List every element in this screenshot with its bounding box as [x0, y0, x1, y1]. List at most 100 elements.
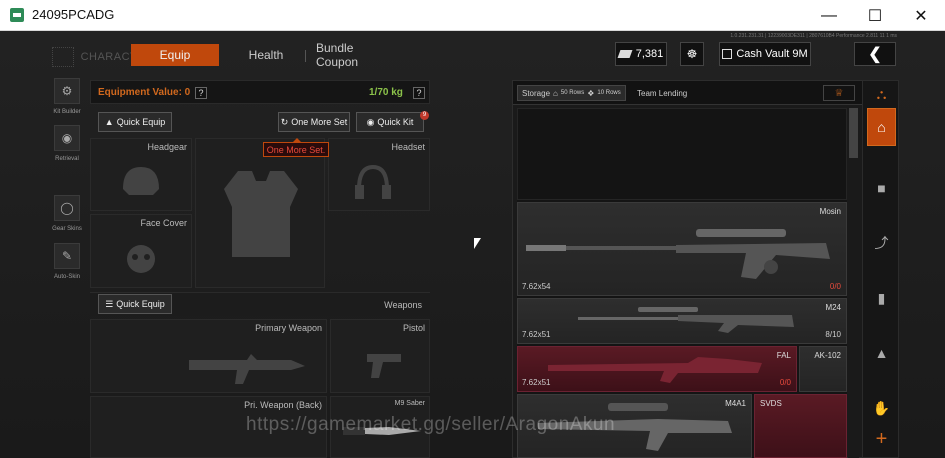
face-cover-slot[interactable]: Face Cover — [90, 214, 192, 288]
fal-rifle-icon — [548, 357, 762, 383]
ammo-icon: ▲ — [874, 345, 889, 361]
currency-display[interactable]: 7,381 — [615, 42, 667, 66]
equipment-header: Equipment Value: 0 ? 1/70 kg ? — [90, 80, 430, 104]
retrieval-icon: ◉ — [61, 131, 73, 145]
quick-equip-weapons-label: Quick Equip — [116, 299, 165, 309]
window-titlebar: 24095PCADG — ☐ ✕ — [0, 0, 945, 31]
melee-label: M9 Saber — [394, 400, 425, 407]
tab-bundle-coupon[interactable]: Bundle Coupon — [316, 41, 398, 69]
gear-skins-label: Gear Skins — [52, 226, 82, 232]
sort-button[interactable]: ♕ — [823, 85, 855, 101]
quick-kit-button[interactable]: ◉ Quick Kit — [356, 112, 424, 132]
back-button[interactable]: ❮ — [854, 42, 896, 66]
close-button[interactable]: ✕ — [898, 0, 944, 31]
window-title: 24095PCADG — [32, 7, 115, 22]
pistol-label: Pistol — [402, 323, 425, 333]
minimize-button[interactable]: — — [806, 0, 852, 31]
headset-label: Headset — [391, 142, 425, 152]
tab-storage[interactable]: Storage ⌂ 50 Rows ❖ 10 Rows — [517, 85, 626, 101]
crown-icon: ♕ — [834, 87, 844, 99]
storage-tab-label: Storage — [522, 88, 551, 98]
item-name: AK-102 — [814, 351, 841, 360]
item-ammo: 7.62x51 — [522, 330, 551, 339]
list-item[interactable]: FAL 7.62x51 0/0 — [517, 346, 797, 392]
kit-builder-icon: ⚙ — [61, 84, 73, 98]
primary-back-label: Pri. Weapon (Back) — [244, 400, 322, 410]
list-item[interactable]: M24 7.62x51 8/10 — [517, 298, 847, 344]
scrollbar-thumb[interactable] — [849, 108, 858, 158]
category-ammo[interactable]: ▲ — [867, 334, 896, 372]
gear-skins-button[interactable]: ◯ — [54, 195, 80, 221]
storage-header: Storage ⌂ 50 Rows ❖ 10 Rows Team Lending… — [513, 81, 865, 105]
kit-icon: ◉ — [366, 116, 375, 127]
equipment-value: Equipment Value: 0 — [98, 87, 191, 98]
hand-icon: ✋ — [872, 399, 891, 416]
add-category-button[interactable]: + — [867, 424, 896, 454]
auto-skin-button[interactable]: ✎ — [54, 243, 80, 269]
tag-icon: ❖ — [587, 88, 595, 98]
shirt-icon: ▲ — [104, 117, 114, 127]
category-rail: ⛬ ⌂ ■ ⤴ ▮ ▲ ✋ + — [862, 80, 899, 458]
weight-value: 1/70 kg — [369, 87, 403, 98]
storage-grid: Mosin 7.62x54 0/0 M24 7.62x51 8/10 FAL 7… — [517, 108, 847, 458]
retrieval-button[interactable]: ◉ — [54, 125, 80, 151]
headgear-label: Headgear — [147, 142, 187, 152]
trader-button[interactable]: ☸ — [680, 42, 704, 66]
one-more-set-label: One More Set — [291, 117, 348, 127]
quick-equip-button[interactable]: ▲ Quick Equip — [98, 112, 172, 132]
primary-weapon-label: Primary Weapon — [255, 323, 322, 333]
rifle-icon — [189, 354, 305, 384]
vault-icon — [722, 49, 733, 59]
watermark: https://gamemarket.gg/seller/AragonAkun — [246, 414, 616, 435]
headgear-slot[interactable]: Headgear — [90, 138, 192, 211]
cash-vault-label: Cash Vault 9M — [736, 48, 808, 60]
maximize-button[interactable]: ☐ — [852, 0, 898, 31]
list-item[interactable]: SVDS — [754, 394, 847, 458]
rows-50-label: 50 Rows — [560, 90, 585, 96]
cash-vault-button[interactable]: Cash Vault 9M — [719, 42, 811, 66]
mouse-cursor-icon — [474, 238, 481, 249]
equipment-value-help-button[interactable]: ? — [195, 87, 207, 99]
item-name: FAL — [776, 351, 791, 360]
tab-team-lending[interactable]: Team Lending — [633, 85, 691, 101]
version-info: 1.0.231.231.31 | 12239003DE311 | 2807610… — [730, 33, 897, 39]
vest-icon — [224, 171, 298, 257]
kit-builder-label: Kit Builder — [53, 109, 81, 115]
category-armor[interactable]: ■ — [867, 169, 896, 207]
item-name: M24 — [825, 303, 841, 312]
kit-builder-button[interactable]: ⚙ — [54, 78, 80, 104]
refresh-icon: ↻ — [280, 116, 289, 127]
list-item[interactable]: Mosin 7.62x54 0/0 — [517, 202, 847, 296]
item-count: 0/0 — [829, 282, 841, 291]
body-armor-slot[interactable] — [195, 138, 325, 288]
category-home[interactable]: ⌂ — [867, 108, 896, 146]
top-nav: CHARACTER Equip Health Bundle Coupon 1.0… — [0, 31, 945, 75]
game-area: CHARACTER Equip Health Bundle Coupon 1.0… — [0, 31, 945, 458]
face-cover-label: Face Cover — [140, 218, 187, 228]
storage-settings-button[interactable]: ⛬ — [867, 81, 896, 107]
tab-equip[interactable]: Equip — [131, 44, 219, 66]
primary-weapon-slot[interactable]: Primary Weapon — [90, 319, 327, 393]
storage-scrollbar[interactable] — [848, 108, 859, 458]
pistol-slot[interactable]: Pistol — [330, 319, 430, 393]
weapons-label: Weapons — [384, 300, 422, 310]
weight-help-button[interactable]: ? — [413, 87, 425, 99]
category-weapons[interactable]: ⤴ — [867, 224, 896, 262]
list-item[interactable]: AK-102 — [799, 346, 847, 392]
empty-grid-area — [517, 108, 847, 200]
vest-icon: ■ — [877, 180, 886, 196]
item-name: Mosin — [819, 207, 841, 216]
magazine-icon: ▮ — [877, 289, 886, 306]
quick-equip-label: Quick Equip — [116, 117, 166, 127]
headset-icon — [355, 164, 391, 199]
one-more-set-button[interactable]: ↻ One More Set — [278, 112, 350, 132]
quick-equip-weapons-button[interactable]: ☰ Quick Equip — [98, 294, 172, 314]
headset-slot[interactable]: Headset — [328, 138, 430, 211]
storage-settings-icon: ⛬ — [876, 85, 887, 102]
tab-health[interactable]: Health — [238, 44, 294, 66]
category-magazines[interactable]: ▮ — [867, 279, 896, 317]
auto-skin-label: Auto-Skin — [53, 274, 80, 280]
category-other[interactable]: ✋ — [867, 389, 896, 427]
item-count: 0/0 — [779, 378, 791, 387]
retrieval-label: Retrieval — [55, 156, 79, 162]
